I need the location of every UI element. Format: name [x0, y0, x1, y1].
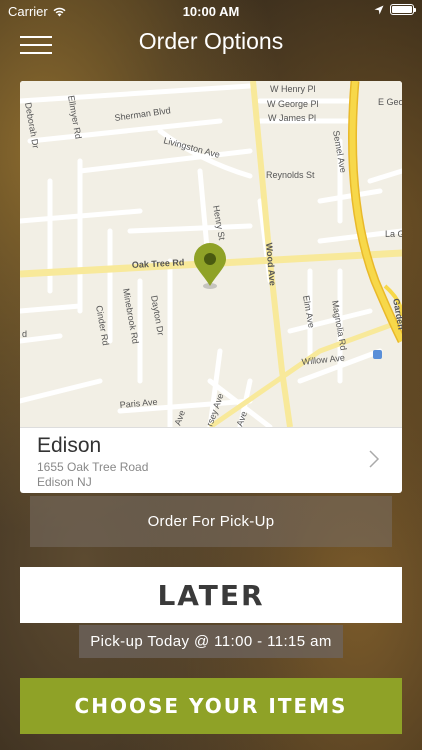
location-details[interactable]: Edison 1655 Oak Tree Road Edison NJ [20, 427, 402, 493]
location-address-line2: Edison NJ [37, 475, 92, 489]
location-arrow-icon [374, 5, 384, 14]
map-label: Reynolds St [266, 170, 315, 180]
nav-bar: Order Options [0, 22, 422, 66]
battery-level [392, 6, 412, 13]
map-label: W James Pl [268, 113, 316, 123]
map-label: E Geo [378, 97, 402, 107]
status-time: 10:00 AM [182, 4, 240, 19]
later-button[interactable]: LATER [20, 567, 402, 623]
page-title: Order Options [138, 28, 284, 54]
chevron-right-icon [369, 450, 380, 468]
map-label: d [22, 329, 27, 339]
battery-icon [390, 4, 416, 15]
location-name: Edison [37, 434, 102, 457]
bus-stop-icon [373, 350, 382, 359]
choose-items-button[interactable]: CHOOSE YOUR ITEMS [20, 678, 402, 734]
map-canvas: W Henry Pl W George Pl W James Pl E Geo … [20, 81, 402, 427]
map-label: W George Pl [267, 99, 319, 109]
status-right [374, 4, 416, 15]
location-address-line1: 1655 Oak Tree Road [37, 460, 149, 474]
location-map[interactable]: W Henry Pl W George Pl W James Pl E Geo … [20, 81, 402, 427]
status-bar: Carrier 10:00 AM [0, 0, 422, 22]
map-label: W Henry Pl [270, 84, 316, 94]
location-card: W Henry Pl W George Pl W James Pl E Geo … [20, 81, 402, 493]
pickup-time-label: Pick-up Today @ 11:00 - 11:15 am [79, 625, 343, 658]
order-type-button[interactable]: Order For Pick-Up [30, 496, 392, 547]
map-label: La G [385, 229, 402, 239]
